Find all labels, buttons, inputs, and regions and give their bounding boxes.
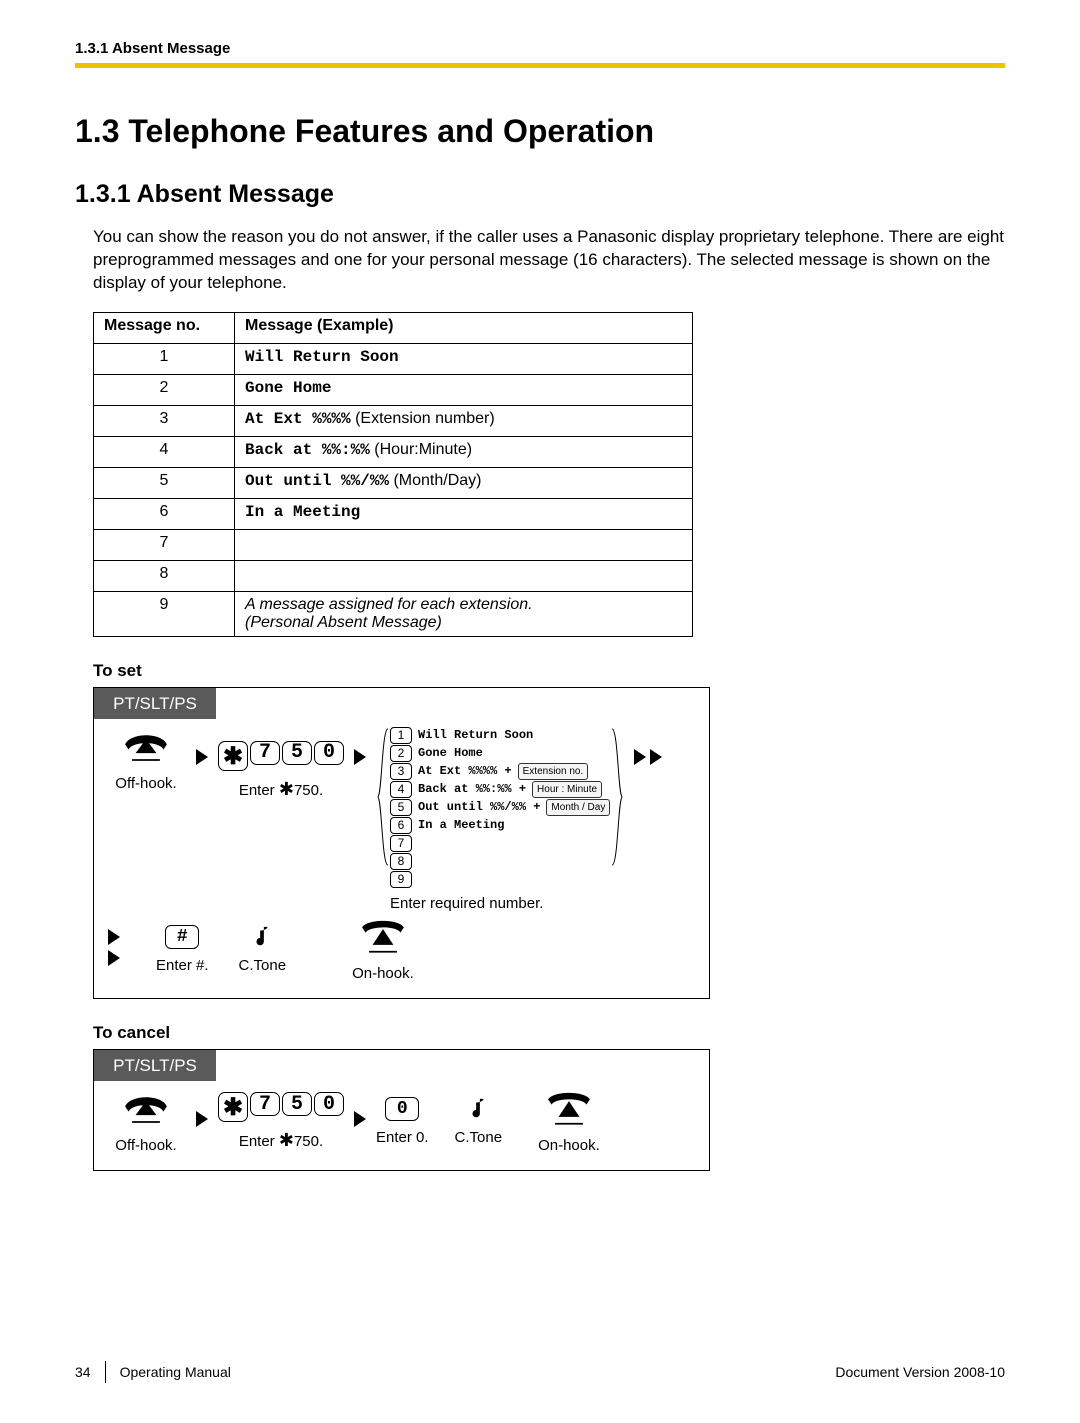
subsection-heading: 1.3.1 Absent Message	[75, 180, 1005, 209]
enter-750-label: Enter ✱750.	[239, 779, 323, 800]
enter-hash-label: Enter #.	[156, 957, 209, 974]
onhook-icon	[542, 1089, 596, 1129]
arrow-icon	[634, 749, 646, 765]
offhook-label: Off-hook.	[115, 775, 176, 792]
table-row: 5Out until %%/%% (Month/Day)	[94, 467, 693, 498]
to-cancel-diagram: PT/SLT/PS Off-hook. ✱	[93, 1049, 710, 1171]
ctone-label: C.Tone	[239, 957, 287, 974]
table-row: 9A message assigned for each extension. …	[94, 591, 693, 636]
tone-icon	[468, 1097, 488, 1121]
offhook-icon	[119, 1089, 173, 1129]
table-row: 4Back at %%:%% (Hour:Minute)	[94, 436, 693, 467]
arrow-icon	[108, 929, 120, 945]
onhook-label: On-hook.	[538, 1137, 600, 1154]
to-set-diagram: PT/SLT/PS Off-hook.	[93, 687, 710, 1000]
enter-required-label: Enter required number.	[390, 894, 610, 914]
table-row: 6In a Meeting	[94, 498, 693, 529]
manual-name: Operating Manual	[120, 1364, 231, 1380]
table-row: 3At Ext %%%% (Extension number)	[94, 405, 693, 436]
page-number: 34	[75, 1364, 91, 1380]
onhook-icon	[356, 917, 410, 957]
col-header-no: Message no.	[94, 312, 235, 343]
key-star: ✱	[218, 1092, 248, 1122]
arrow-icon	[354, 749, 366, 765]
key-7: 7	[250, 1092, 280, 1116]
options-list: 1Will Return Soon 2Gone Home 3At Ext %%%…	[390, 727, 610, 914]
to-set-heading: To set	[93, 661, 1005, 681]
arrow-icon	[354, 1111, 366, 1127]
page-footer: 34 Operating Manual Document Version 200…	[75, 1361, 1005, 1383]
code-keys: ✱ 7 5 0	[218, 741, 344, 771]
brace-left-icon	[376, 727, 390, 867]
key-0: 0	[314, 1092, 344, 1116]
onhook-label: On-hook.	[352, 965, 414, 982]
arrow-icon	[196, 1111, 208, 1127]
key-5: 5	[282, 741, 312, 765]
diagram-tab: PT/SLT/PS	[94, 1050, 216, 1081]
section-heading: 1.3 Telephone Features and Operation	[75, 113, 1005, 150]
table-row: 1Will Return Soon	[94, 343, 693, 374]
enter-750-label: Enter ✱750.	[239, 1130, 323, 1151]
table-row: 8	[94, 560, 693, 591]
offhook-label: Off-hook.	[115, 1137, 176, 1154]
key-0: 0	[385, 1097, 419, 1121]
key-star: ✱	[218, 741, 248, 771]
col-header-example: Message (Example)	[235, 312, 693, 343]
table-row: 7	[94, 529, 693, 560]
key-5: 5	[282, 1092, 312, 1116]
key-7: 7	[250, 741, 280, 765]
key-hash: #	[165, 925, 199, 949]
intro-paragraph: You can show the reason you do not answe…	[93, 226, 1005, 295]
page-header: 1.3.1 Absent Message	[75, 40, 1005, 68]
arrow-icon	[108, 950, 120, 966]
enter-0-label: Enter 0.	[376, 1129, 429, 1146]
table-row: 2Gone Home	[94, 374, 693, 405]
arrow-icon	[196, 749, 208, 765]
offhook-icon	[119, 727, 173, 767]
key-0: 0	[314, 741, 344, 765]
tone-icon	[252, 925, 272, 949]
brace-right-icon	[610, 727, 624, 867]
diagram-tab: PT/SLT/PS	[94, 688, 216, 719]
document-version: Document Version 2008-10	[835, 1364, 1005, 1380]
to-cancel-heading: To cancel	[93, 1023, 1005, 1043]
arrow-icon	[650, 749, 662, 765]
ctone-label: C.Tone	[455, 1129, 503, 1146]
code-keys: ✱ 7 5 0	[218, 1092, 344, 1122]
messages-table: Message no. Message (Example) 1Will Retu…	[93, 312, 693, 637]
